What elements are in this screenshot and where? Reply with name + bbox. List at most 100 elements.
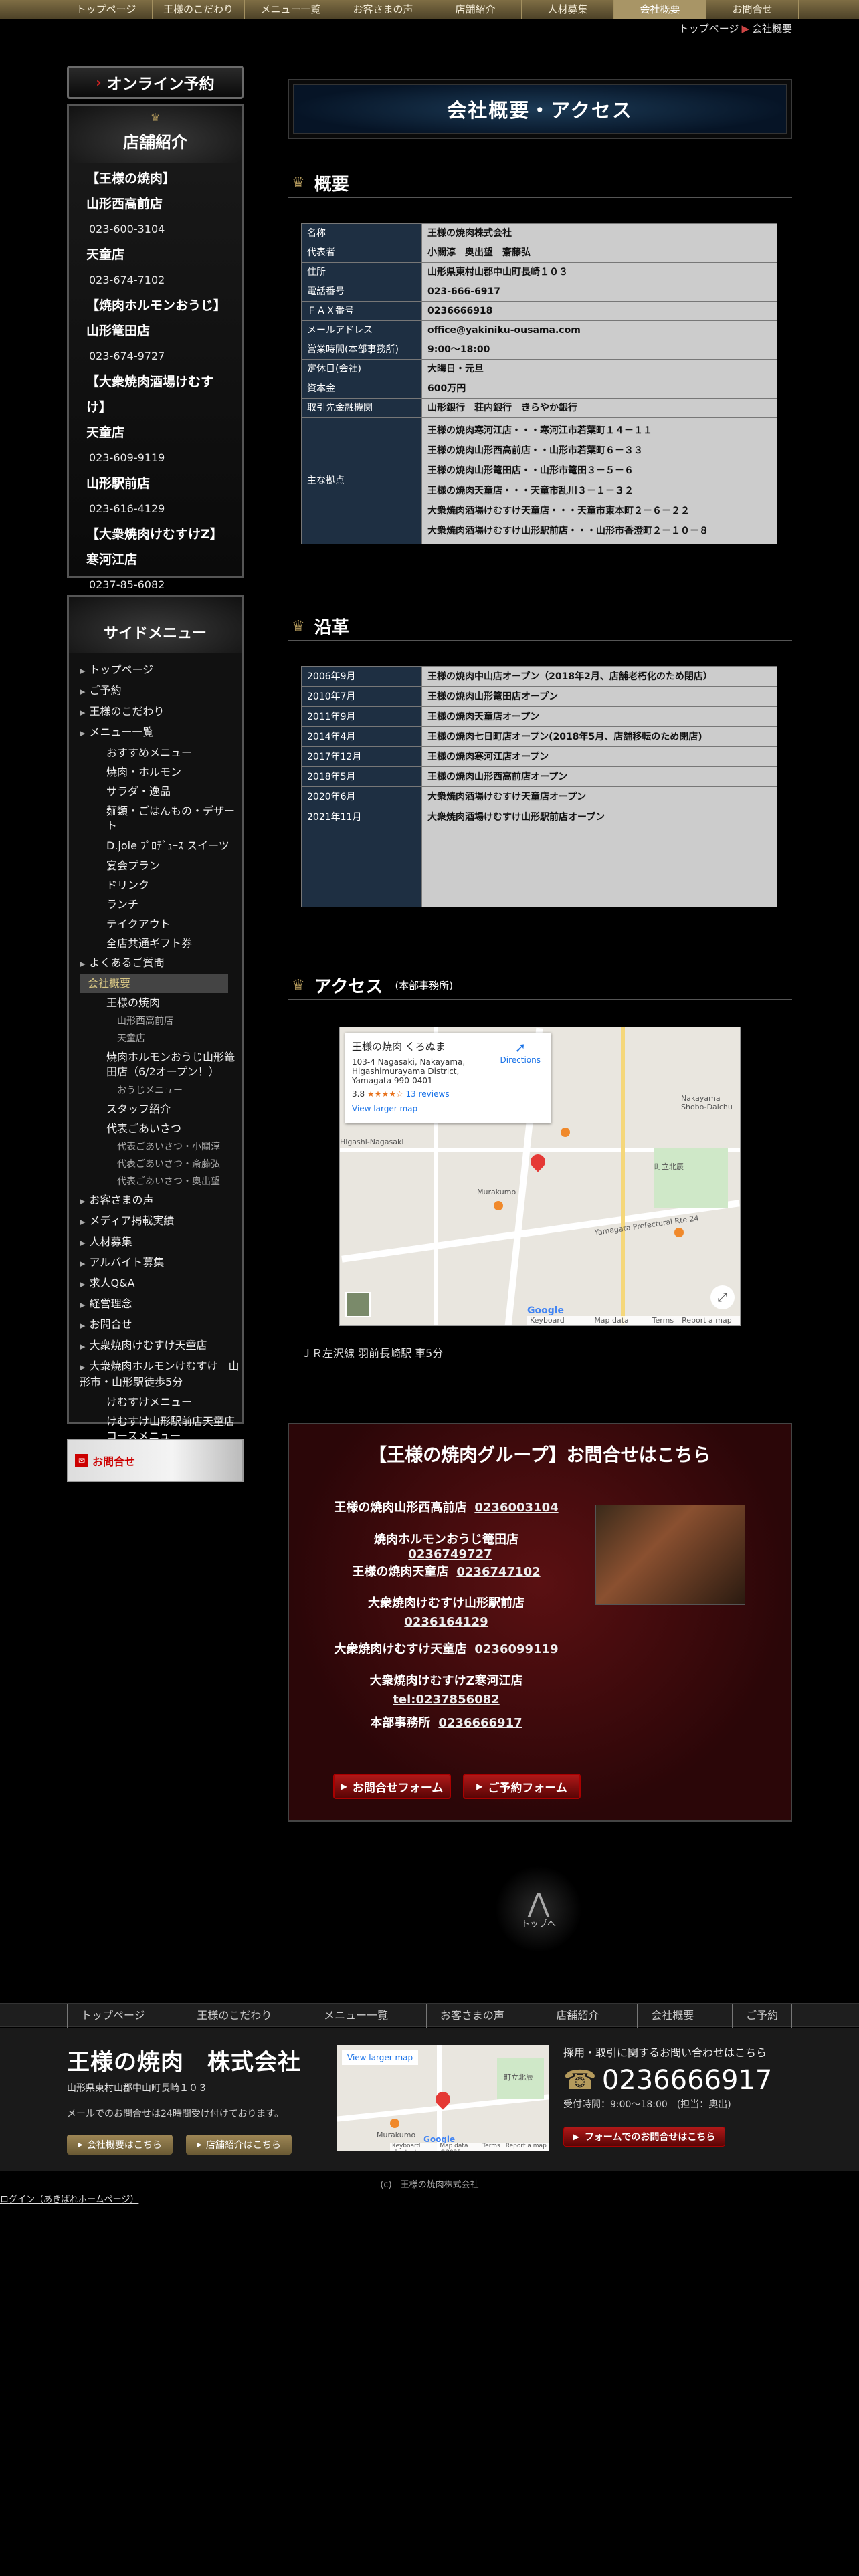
reservation-form-button[interactable]: ▶ ご予約フォーム (463, 1774, 581, 1799)
store-phone[interactable]: 023-674-9727 (86, 344, 224, 369)
map-report-link[interactable]: Report a map error (506, 2143, 547, 2151)
top-nav-item[interactable]: メニュー一覧 (245, 0, 337, 19)
side-menu-item[interactable]: ▶ 人材募集 (80, 1232, 242, 1253)
side-menu-item[interactable]: 全店共通ギフト券 (80, 934, 242, 953)
side-menu-item[interactable]: テイクアウト (80, 914, 242, 934)
store-name[interactable]: 山形駅前店 (86, 471, 224, 496)
footer-nav-item[interactable]: 王様のこだわり (183, 2004, 285, 2028)
side-menu-item[interactable]: 代表ごあいさつ (80, 1119, 242, 1138)
side-menu-item[interactable]: ドリンク (80, 875, 242, 895)
map-terms-link[interactable]: Terms (482, 2143, 500, 2151)
side-menu-item[interactable]: ▶ メニュー一覧 (80, 722, 242, 743)
store-phone[interactable]: 023-609-9119 (86, 445, 224, 471)
breadcrumb-home[interactable]: トップページ (679, 23, 739, 35)
side-menu-item[interactable]: ランチ (80, 895, 242, 914)
login-link[interactable]: ログイン（あきばれホームページ） (0, 2192, 138, 2205)
footer-nav-item[interactable]: トップページ (67, 2004, 159, 2028)
group-store-phone[interactable]: 0236666917 (438, 1716, 522, 1730)
side-menu-item[interactable]: ▶ トップページ (80, 660, 242, 681)
top-nav-item[interactable]: 王様のこだわり (153, 0, 245, 19)
footer-map[interactable]: View larger map Murakumo 町立北辰 Google Key… (337, 2045, 549, 2151)
map-fullscreen-icon[interactable]: ⤢ (710, 1285, 735, 1309)
side-menu-item[interactable]: 麺類・ごはんもの・デザート (80, 801, 242, 836)
side-menu-item[interactable]: 会社概要 (80, 974, 228, 993)
store-name[interactable]: 【焼肉ホルモンおうじ】 (86, 293, 226, 318)
group-store-phone[interactable]: 0236747102 (456, 1565, 540, 1579)
store-info-button[interactable]: ▶ 店舗紹介はこちら (186, 2135, 292, 2155)
group-store-phone[interactable]: 0236164129 (329, 1613, 563, 1632)
footer-form-button[interactable]: ▶ フォームでのお問合せはこちら (563, 2127, 725, 2147)
side-menu-item[interactable]: ▶ 経営理念 (80, 1294, 242, 1315)
back-to-top-button[interactable]: ⋀ トップへ (495, 1866, 582, 1953)
directions-button[interactable]: ➚ Directions (500, 1039, 541, 1065)
side-menu-item[interactable]: 天童店 (80, 1030, 242, 1047)
side-menu-item[interactable]: ▶ 王様のこだわり (80, 702, 242, 722)
footer-view-larger-map-link[interactable]: View larger map (342, 2050, 419, 2065)
footer-nav-item[interactable]: メニュー一覧 (310, 2004, 401, 2028)
store-name[interactable]: 【大衆焼肉酒場けむすけ】 (86, 369, 224, 420)
store-phone[interactable]: 023-674-7102 (86, 267, 224, 293)
group-store-phone[interactable]: 0236749727 (408, 1547, 492, 1562)
side-menu-item[interactable]: 山形西高前店 (80, 1012, 242, 1030)
side-menu-item[interactable]: スタッフ紹介 (80, 1099, 242, 1119)
group-store-phone[interactable]: 0236003104 (474, 1501, 558, 1515)
side-menu-item[interactable]: ▶ お問合せ (80, 1315, 242, 1335)
side-menu-item[interactable]: ▶ よくあるご質問 (80, 953, 242, 974)
store-name[interactable]: 天童店 (86, 420, 224, 445)
store-name[interactable]: 寒河江店 (86, 547, 224, 572)
side-menu-item[interactable]: ▶ ご予約 (80, 681, 242, 702)
side-menu-item[interactable]: ▶ お客さまの声 (80, 1190, 242, 1211)
store-name[interactable]: 山形篭田店 (86, 318, 224, 344)
footer-nav-item[interactable]: ご予約 (731, 2004, 792, 2028)
top-nav-item[interactable]: お客さまの声 (337, 0, 430, 19)
top-nav-item[interactable]: 店舗紹介 (430, 0, 522, 19)
side-menu-item[interactable]: サラダ・逸品 (80, 782, 242, 801)
group-store-phone[interactable]: 0236099119 (474, 1642, 558, 1656)
side-menu-item[interactable]: D.joie ﾌﾟﾛﾃﾞｭｰｽ スイーツ (80, 836, 242, 856)
side-menu-item[interactable]: ▶ アルバイト募集 (80, 1253, 242, 1273)
map-satellite-toggle[interactable] (345, 1292, 371, 1317)
side-menu-item[interactable]: 代表ごあいさつ・小關淳 (80, 1138, 242, 1156)
store-phone[interactable]: 0237-85-6082 (86, 572, 224, 598)
store-name[interactable]: 山形西高前店 (86, 191, 224, 217)
store-name[interactable]: 天童店 (86, 242, 224, 267)
side-menu-item[interactable]: 代表ごあいさつ・奥出望 (80, 1173, 242, 1190)
map-keyboard-link[interactable]: Keyboard shortcuts (392, 2143, 434, 2151)
side-menu-item[interactable]: ▶ メディア掲載実績 (80, 1211, 242, 1232)
side-menu-item[interactable]: けむすけメニュー (80, 1392, 242, 1412)
top-nav-item[interactable]: トップページ (60, 0, 153, 19)
online-reservation-button[interactable]: › オンライン予約 (67, 66, 244, 99)
map-terms-link[interactable]: Terms (652, 1316, 674, 1325)
top-nav-item[interactable]: 人材募集 (522, 0, 614, 19)
access-map[interactable]: Yamagata Prefectural Rte 24 Nakayama Sho… (339, 1027, 741, 1326)
store-name[interactable]: 【王様の焼肉】 (86, 166, 224, 191)
side-menu-item[interactable]: 焼肉ホルモンおうじ山形篭田店（6/2オープン！） (80, 1047, 242, 1082)
side-menu-item[interactable]: おすすめメニュー (80, 743, 242, 762)
footer-phone[interactable]: ☎ 0236666917 (563, 2065, 804, 2096)
store-phone[interactable]: 023-600-3104 (86, 217, 224, 242)
side-menu-item[interactable]: 焼肉・ホルモン (80, 762, 242, 782)
footer-nav-item[interactable]: 会社概要 (637, 2004, 707, 2028)
footer-nav-item[interactable]: 店舗紹介 (542, 2004, 613, 2028)
side-menu-item[interactable]: 代表ごあいさつ・斎藤弘 (80, 1156, 242, 1173)
store-phone[interactable]: 023-616-4129 (86, 496, 224, 522)
side-menu-item[interactable]: 宴会プラン (80, 856, 242, 875)
contact-banner[interactable]: ✉ お問合せ (67, 1439, 244, 1482)
contact-form-button[interactable]: ▶ お問合せフォーム (333, 1774, 451, 1799)
top-nav-item[interactable]: 会社概要 (614, 0, 706, 19)
side-menu-item[interactable]: ▶ 大衆焼肉ホルモンけむすけ｜山形市・山形駅徒歩5分 (80, 1356, 242, 1392)
side-menu-item[interactable]: ▶ 求人Q&A (80, 1273, 242, 1294)
view-larger-map-link[interactable]: View larger map (352, 1104, 545, 1113)
side-menu-item[interactable]: おうじメニュー (80, 1082, 242, 1099)
footer-nav-items: トップページ 王様のこだわり メニュー一覧 お客さまの声 店舗紹介 会社概要 ご予約 (67, 2004, 792, 2028)
map-keyboard-link[interactable]: Keyboard shortcuts (530, 1316, 586, 1325)
map-report-link[interactable]: Report a map error (682, 1316, 737, 1325)
group-store-phone[interactable]: tel:0237856082 (329, 1691, 563, 1709)
map-reviews-link[interactable]: 13 reviews (406, 1089, 450, 1099)
store-name[interactable]: 【大衆焼肉けむすけZ】 (86, 522, 224, 547)
side-menu-item[interactable]: 王様の焼肉 (80, 993, 242, 1012)
company-info-button[interactable]: ▶ 会社概要はこちら (67, 2135, 173, 2155)
side-menu-item[interactable]: ▶ 大衆焼肉けむすけ天童店 (80, 1335, 242, 1356)
top-nav-item[interactable]: お問合せ (706, 0, 799, 19)
footer-nav-item[interactable]: お客さまの声 (425, 2004, 518, 2028)
